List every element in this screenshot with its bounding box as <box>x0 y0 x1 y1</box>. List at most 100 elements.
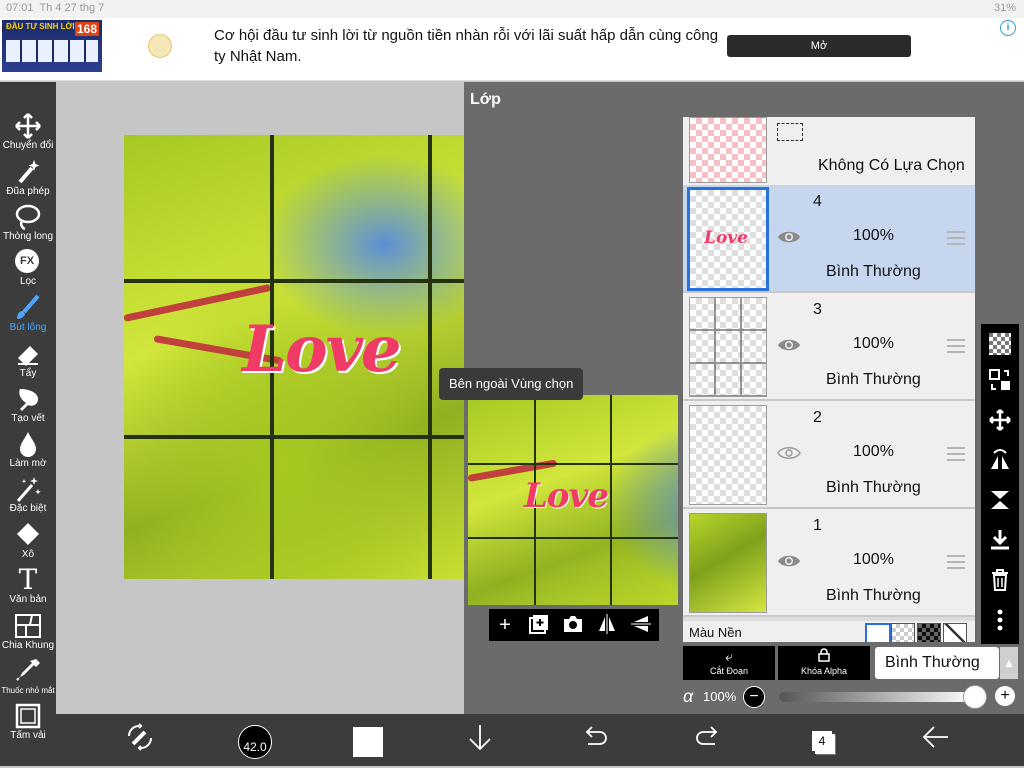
layer-list[interactable]: Không Có Lựa Chọn Love 4 100% Bình Thườn… <box>683 117 975 642</box>
arrow-down-icon[interactable] <box>462 722 498 758</box>
redo-icon[interactable] <box>690 722 726 758</box>
tool-label: Chuyển đổi <box>2 140 54 151</box>
tool-smudge[interactable]: Tạo vết <box>0 383 56 428</box>
alpha-decrease-button[interactable]: − <box>743 686 765 708</box>
layer-transfer-icon[interactable] <box>986 368 1014 396</box>
tool-eraser[interactable]: Tẩy <box>0 338 56 383</box>
tool-label: Bút lông <box>9 322 47 333</box>
alpha-lock-label: Khóa Alpha <box>800 666 848 676</box>
undo-icon[interactable] <box>577 722 613 758</box>
tool-blur[interactable]: Làm mờ <box>0 428 56 473</box>
alpha-slider-knob[interactable] <box>963 685 987 709</box>
grid-line <box>468 537 678 539</box>
ad-info-icon[interactable]: i <box>1000 20 1016 36</box>
status-time: 07:01 <box>6 2 34 14</box>
layer-opacity[interactable]: 100% <box>853 227 894 245</box>
alpha-increase-button[interactable]: + <box>995 686 1015 706</box>
rotate-flip-icon[interactable] <box>986 448 1014 476</box>
selection-layer-row[interactable]: Không Có Lựa Chọn <box>683 117 975 187</box>
bg-none-swatch[interactable] <box>943 623 967 642</box>
layer-row-4[interactable]: Love 4 100% Bình Thường <box>683 185 975 293</box>
layer-blend-mode[interactable]: Bình Thường <box>826 371 921 389</box>
eraser-icon <box>18 346 38 366</box>
brush-size-indicator[interactable]: 42.0 <box>238 725 272 759</box>
clipping-label: Cắt Đoạn <box>709 666 749 676</box>
bg-white-swatch[interactable] <box>865 623 891 642</box>
tool-text[interactable]: T Văn bản <box>0 564 56 609</box>
blur-drop-icon <box>20 432 36 457</box>
grid-line <box>468 463 678 465</box>
tool-label: Thòng long <box>2 231 54 242</box>
drag-handle-icon[interactable] <box>947 231 965 245</box>
tool-frame-divider[interactable]: Chia Khung <box>0 610 56 655</box>
ad-logo-icon <box>148 34 172 58</box>
layers-count-button[interactable]: 4 <box>812 731 832 751</box>
camera-icon[interactable] <box>561 613 585 637</box>
ad-thumb-cells <box>6 40 98 62</box>
flip-vertical-icon[interactable] <box>629 613 653 637</box>
layer-row-3[interactable]: 3 100% Bình Thường <box>683 293 975 401</box>
trash-icon[interactable] <box>986 568 1014 596</box>
opacity-slider-row: α 100% − + <box>683 684 1019 710</box>
back-arrow-icon[interactable] <box>918 722 954 758</box>
ad-thumbnail[interactable]: ĐẦU TƯ SINH LỜI 168 <box>2 20 102 72</box>
ad-text[interactable]: Cơ hội đầu tư sinh lời từ nguồn tiền nhà… <box>214 25 724 67</box>
layer-blend-mode[interactable]: Bình Thường <box>826 479 921 497</box>
layer-side-toolbar <box>981 324 1019 644</box>
layer-opacity[interactable]: 100% <box>853 443 894 461</box>
eye-visible-icon[interactable] <box>777 337 801 353</box>
tool-label: Thuốc nhỏ mắt <box>1 686 55 695</box>
clipping-button[interactable]: ⤶ Cắt Đoạn <box>683 646 775 680</box>
layer-number: 4 <box>813 193 822 210</box>
layer-blend-mode[interactable]: Bình Thường <box>826 587 921 605</box>
layer-row-2[interactable]: 2 100% Bình Thường <box>683 401 975 509</box>
duplicate-layer-icon[interactable] <box>527 613 551 637</box>
bg-dark-swatch[interactable] <box>917 623 941 642</box>
blend-mode-label: Bình Thường <box>885 654 980 671</box>
eye-visible-icon[interactable] <box>777 553 801 569</box>
tool-move[interactable]: Chuyển đổi <box>0 110 56 155</box>
ad-banner[interactable]: ĐẦU TƯ SINH LỜI 168 Cơ hội đầu tư sinh l… <box>0 18 1024 81</box>
move-icon[interactable] <box>986 408 1014 436</box>
checker-icon[interactable] <box>986 330 1014 358</box>
flip-down-icon[interactable] <box>986 488 1014 516</box>
drag-handle-icon[interactable] <box>947 339 965 353</box>
grid-line <box>428 135 432 579</box>
layer-thumbnail: Love <box>687 187 769 291</box>
tool-lasso[interactable]: Thòng long <box>0 201 56 246</box>
tool-eyedropper[interactable]: Thuốc nhỏ mắt <box>0 655 56 700</box>
layer-thumbnail <box>689 297 767 397</box>
blend-mode-select[interactable]: Bình Thường <box>875 647 999 679</box>
tool-special[interactable]: Đặc biệt <box>0 473 56 518</box>
layer-blend-mode[interactable]: Bình Thường <box>826 263 921 281</box>
drag-handle-icon[interactable] <box>947 555 965 569</box>
layer-opacity[interactable]: 100% <box>853 335 894 353</box>
flip-horizontal-icon[interactable] <box>595 613 619 637</box>
selection-thumbnail <box>689 117 767 183</box>
tool-brush[interactable]: Bút lông <box>0 292 56 337</box>
layer-row-1[interactable]: 1 100% Bình Thường <box>683 509 975 617</box>
tool-filter[interactable]: FX Lọc <box>0 246 56 291</box>
tool-label: Lọc <box>19 276 37 287</box>
layer-opacity[interactable]: 100% <box>853 551 894 569</box>
background-color-row[interactable]: Màu Nền <box>683 621 975 642</box>
grid-line <box>124 435 464 439</box>
tool-bucket[interactable]: Xô <box>0 519 56 564</box>
drag-handle-icon[interactable] <box>947 447 965 461</box>
lock-icon <box>778 648 870 665</box>
current-color-swatch[interactable] <box>353 727 383 757</box>
quick-transform-icon[interactable] <box>122 722 158 758</box>
more-icon[interactable] <box>986 608 1014 636</box>
blend-scroll-up-icon[interactable]: ▲ <box>1000 647 1018 679</box>
ad-open-button[interactable]: Mở <box>727 35 911 57</box>
alpha-slider-track[interactable] <box>779 692 975 702</box>
merge-down-icon[interactable] <box>986 528 1014 556</box>
tool-magic-wand[interactable]: Đũa phép <box>0 156 56 201</box>
eye-hidden-icon[interactable] <box>777 445 801 461</box>
tool-canvas[interactable]: Tấm vải <box>0 700 56 745</box>
eye-visible-icon[interactable] <box>777 229 801 245</box>
preview-love-text: Love <box>524 476 609 516</box>
alpha-lock-button[interactable]: Khóa Alpha <box>778 646 870 680</box>
add-layer-icon[interactable]: + <box>493 613 517 637</box>
bg-transparent-swatch[interactable] <box>891 623 915 642</box>
